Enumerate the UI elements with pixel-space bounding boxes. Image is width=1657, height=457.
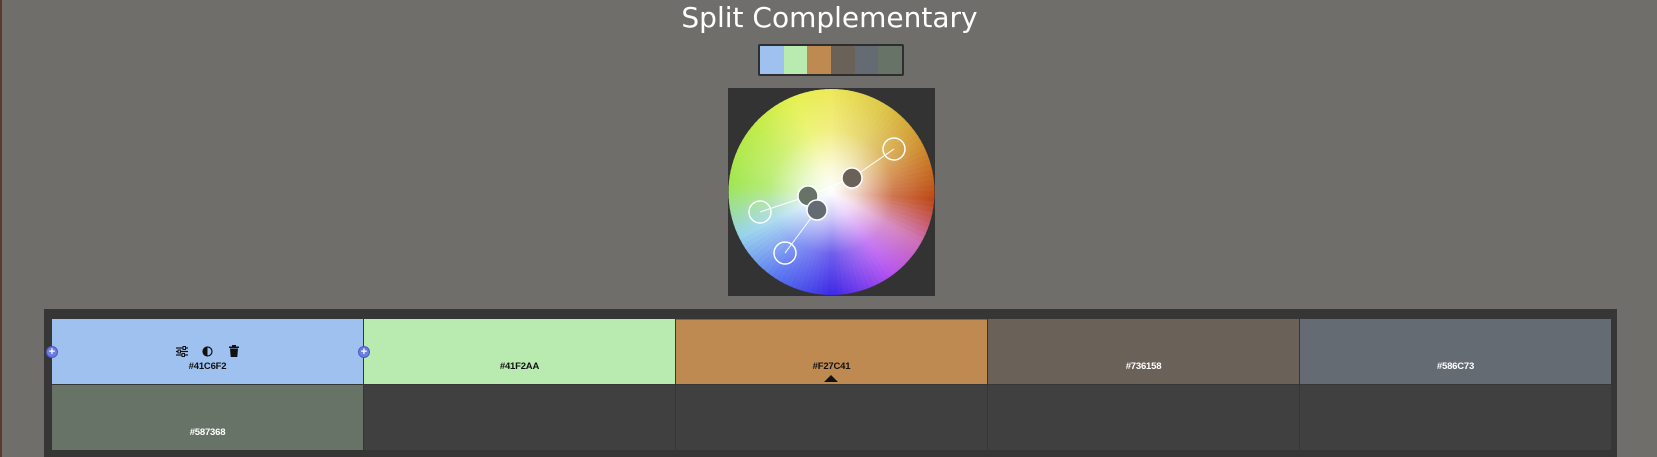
swatch-hex-label: #586C73 (1436, 361, 1475, 372)
mini-swatch (760, 46, 784, 74)
swatch-hex-label: #F27C41 (812, 361, 851, 372)
mini-swatch (783, 46, 808, 74)
swatch-hex-label: #41F2AA (499, 361, 540, 372)
swatch-card[interactable]: #F27C41 (676, 319, 987, 384)
mini-swatch (831, 46, 855, 74)
mini-swatch (854, 46, 879, 74)
contrast-icon[interactable] (200, 343, 216, 359)
empty-slot (676, 385, 987, 450)
mini-swatch (878, 46, 902, 74)
selected-pointer-icon (824, 375, 838, 382)
wheel-handle[interactable] (841, 167, 863, 189)
color-wheel[interactable] (728, 88, 935, 296)
swatch-hex-label: #587368 (189, 427, 226, 438)
swatch-toolbar (52, 343, 363, 359)
empty-slot (988, 385, 1299, 450)
swatch-card[interactable]: #587368 (52, 385, 363, 450)
plus-icon[interactable]: + (46, 346, 58, 358)
swatch-hex-label: #736158 (1125, 361, 1162, 372)
plus-icon[interactable]: + (358, 346, 370, 358)
swatch-card[interactable]: #41C6F2 (52, 319, 363, 384)
wheel-handle[interactable] (806, 199, 828, 221)
mini-swatch (807, 46, 832, 74)
page-title: Split Complementary (681, 1, 978, 34)
palette-grid: #41C6F2 #41F2AA #F27C41 #736158 #586C73 … (44, 309, 1617, 457)
empty-slot (1300, 385, 1611, 450)
swatch-card[interactable]: #736158 (988, 319, 1299, 384)
color-wheel-panel (728, 88, 935, 296)
wheel-center-glow (728, 89, 935, 295)
swatch-card[interactable]: #586C73 (1300, 319, 1611, 384)
swatch-card[interactable]: #41F2AA (364, 319, 675, 384)
empty-slot (364, 385, 675, 450)
swatch-hex-label: #41C6F2 (188, 361, 227, 372)
sliders-icon[interactable] (174, 343, 190, 359)
mini-palette (758, 44, 904, 76)
trash-icon[interactable] (226, 343, 242, 359)
